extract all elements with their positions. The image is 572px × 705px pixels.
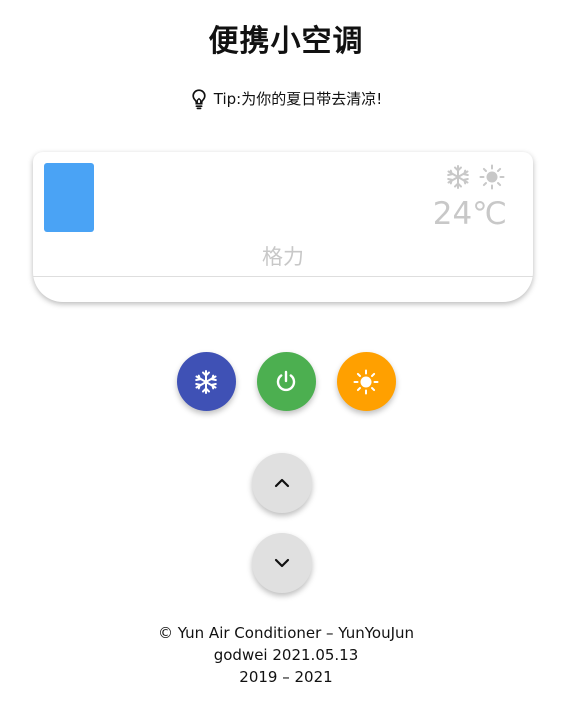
footer: © Yun Air Conditioner – YunYouJun godwei… <box>0 622 572 688</box>
cold-mode-button[interactable] <box>176 352 236 411</box>
snowflake-icon <box>445 164 471 190</box>
footer-years: 2019 – 2021 <box>239 668 333 686</box>
ac-vent-divider <box>33 276 533 277</box>
sun-icon <box>479 164 505 190</box>
chevron-down-icon <box>271 552 293 574</box>
snowflake-icon <box>193 369 219 395</box>
sun-icon <box>353 369 379 395</box>
footer-copyright: © Yun Air Conditioner – YunYouJun <box>157 624 415 642</box>
heat-mode-button[interactable] <box>336 352 396 411</box>
ac-mode-indicators <box>445 164 505 190</box>
power-button[interactable] <box>256 352 316 411</box>
brand-label: 格力 <box>262 245 304 269</box>
power-icon <box>273 369 299 395</box>
tip-text: Tip:为你的夏日带去清凉! <box>213 90 383 108</box>
chevron-up-icon <box>271 472 293 494</box>
temperature-up-button[interactable] <box>252 453 312 513</box>
air-conditioner-panel: 24℃ 格力 <box>33 152 533 302</box>
mode-button-row <box>0 352 572 411</box>
page-title: 便携小空调 <box>208 24 364 59</box>
temperature-down-button[interactable] <box>252 533 312 593</box>
temperature-display: 24℃ <box>432 196 507 232</box>
lightbulb-icon <box>190 88 208 110</box>
tip-line: Tip:为你的夏日带去清凉! <box>0 88 572 110</box>
footer-author-date: godwei 2021.05.13 <box>213 646 359 664</box>
ac-display-screen <box>44 163 94 232</box>
